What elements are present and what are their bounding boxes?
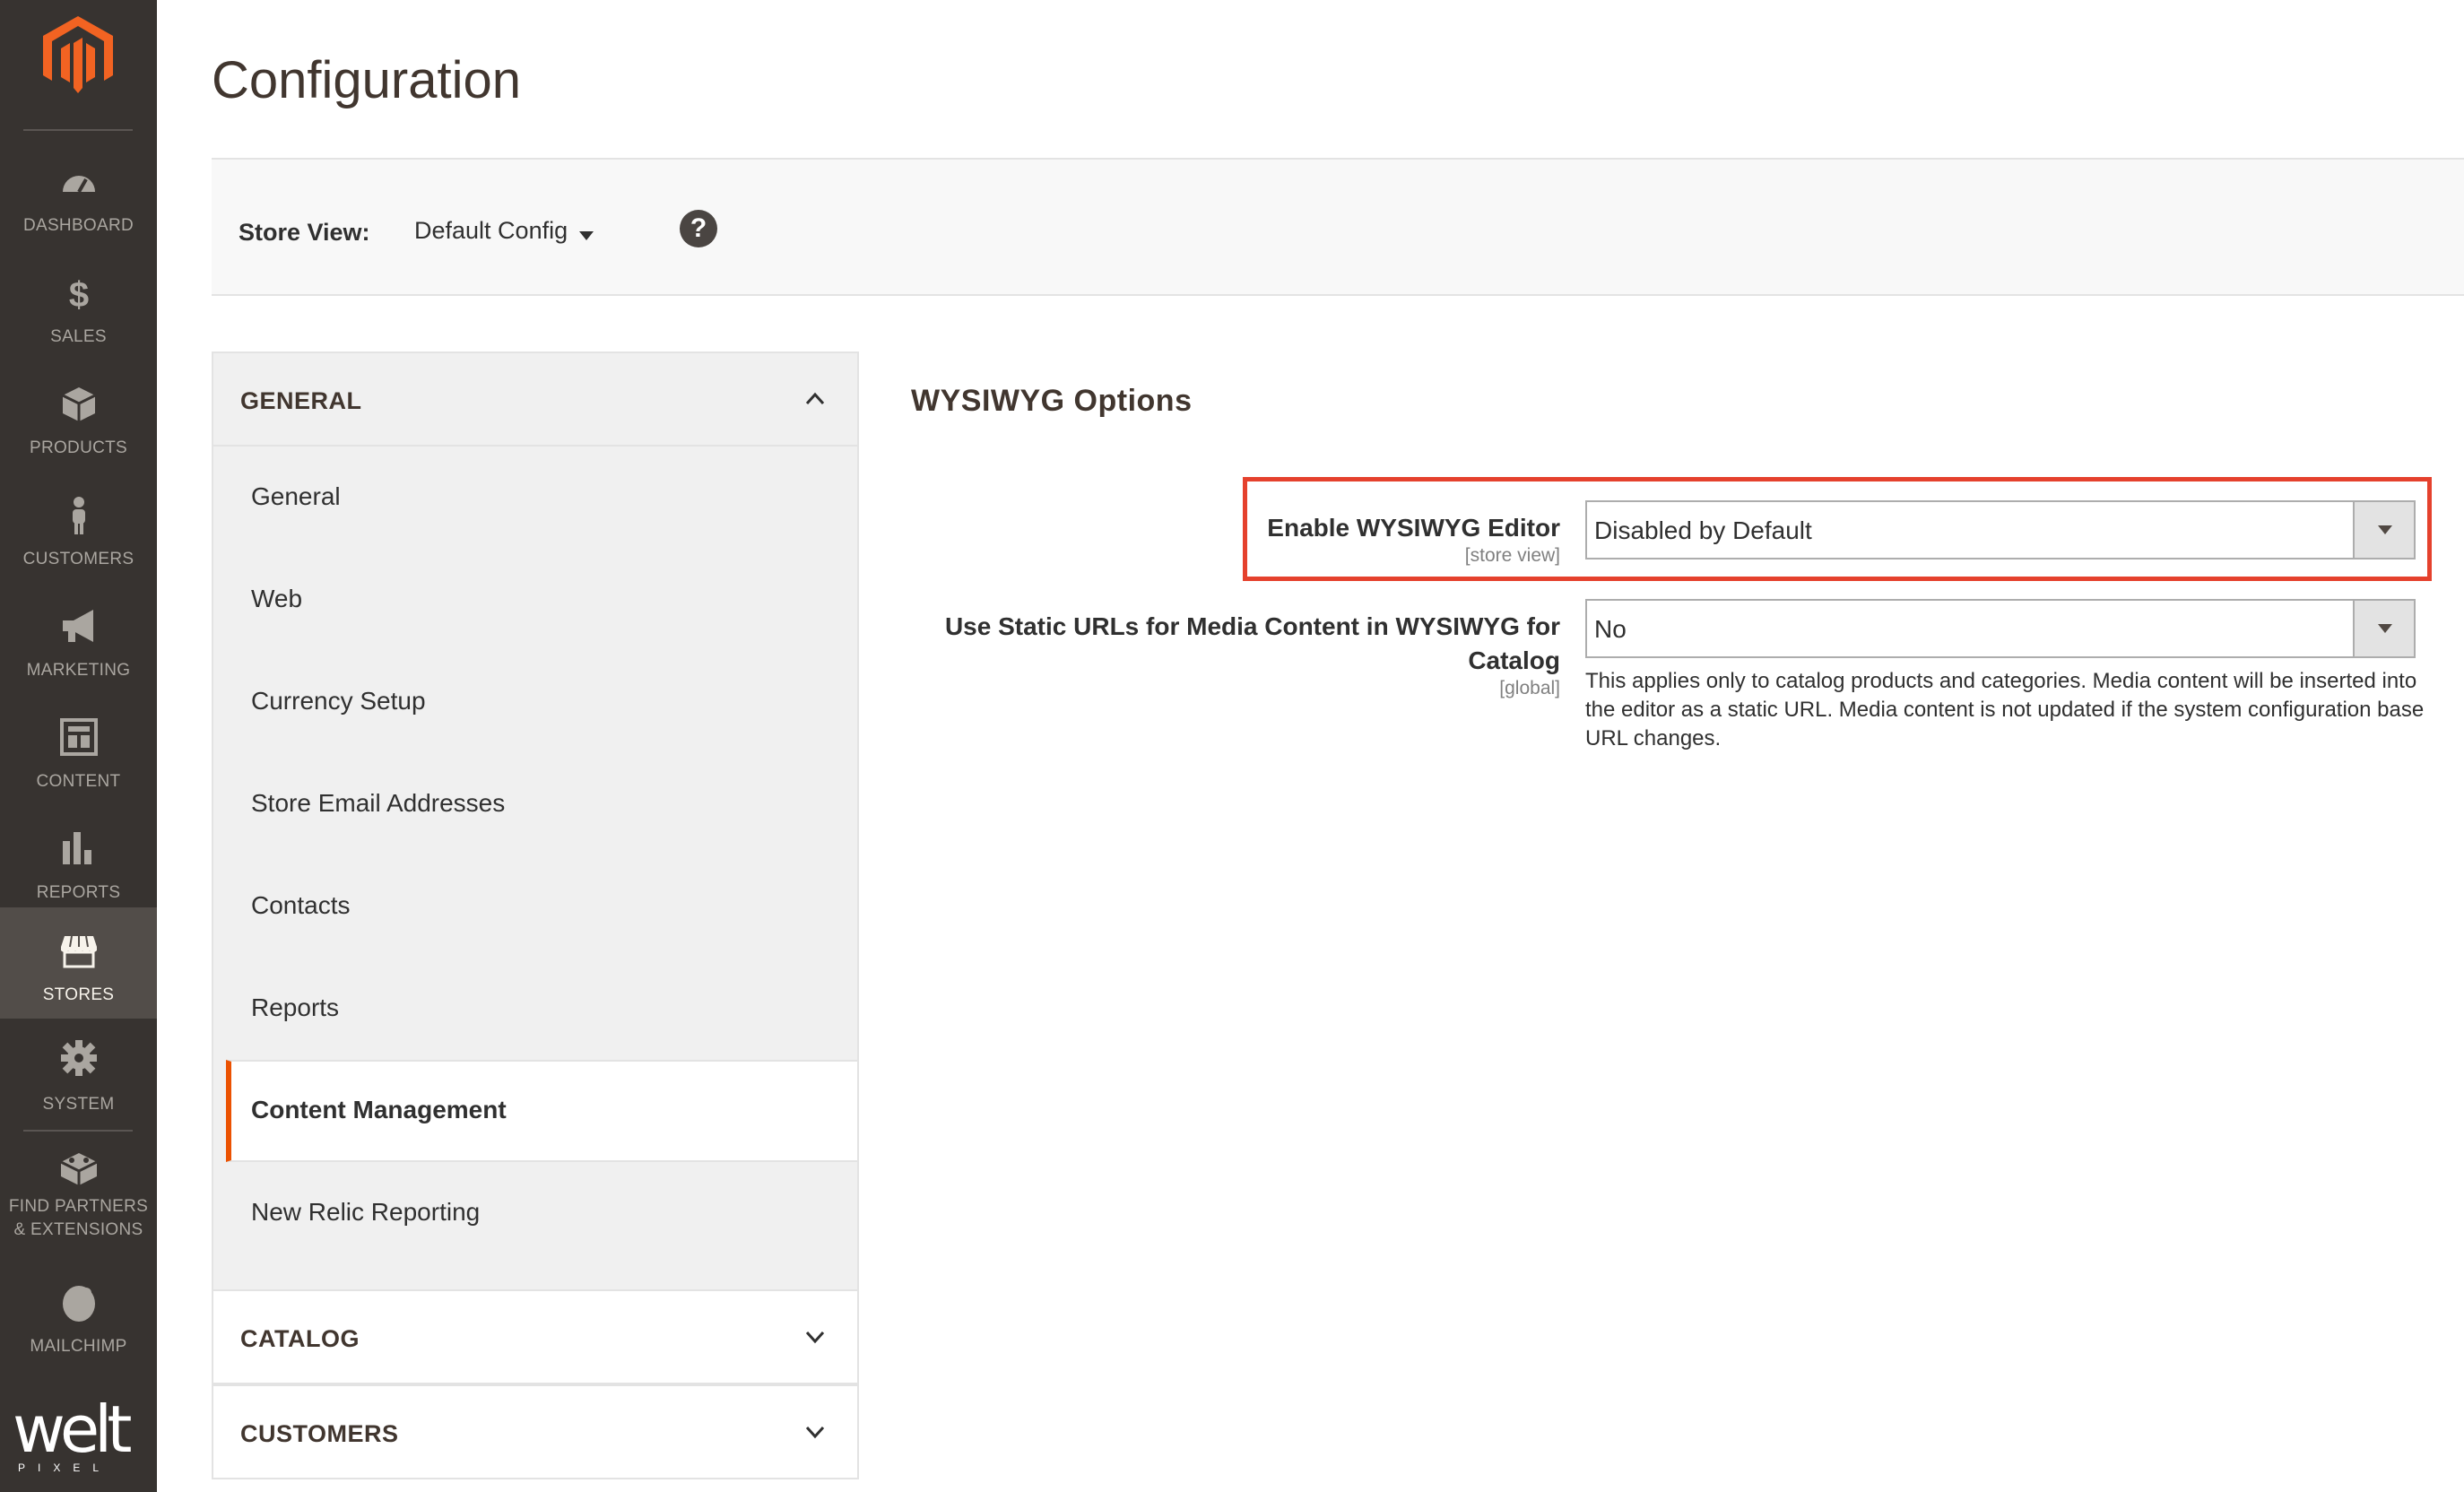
tab-item-contacts[interactable]: Contacts bbox=[213, 855, 857, 958]
tab-item-reports[interactable]: Reports bbox=[213, 958, 857, 1060]
store-view-label: Store View: bbox=[239, 219, 370, 246]
brand-word: welt bbox=[13, 1392, 132, 1467]
tab-item-general[interactable]: General bbox=[213, 447, 857, 549]
tab-item-new-relic-reporting[interactable]: New Relic Reporting bbox=[213, 1162, 857, 1264]
box-icon bbox=[62, 387, 96, 421]
tab-general-title: GENERAL bbox=[240, 387, 362, 414]
tab-spacer bbox=[212, 1264, 859, 1289]
sidebar-item-label: STORES bbox=[42, 985, 115, 1004]
sidebar-item-label: PRODUCTS bbox=[29, 438, 127, 457]
section-title[interactable]: WYSIWYG Options bbox=[911, 384, 1192, 419]
field-scope: [store view] bbox=[1464, 545, 1560, 566]
magento-logo-icon[interactable] bbox=[43, 16, 113, 93]
sidebar-item-system[interactable]: SYSTEM bbox=[0, 1019, 157, 1130]
tab-customers-title: CUSTOMERS bbox=[240, 1420, 399, 1447]
bar-chart-icon bbox=[63, 832, 91, 864]
tab-item-label: Web bbox=[251, 585, 303, 612]
weltpixel-logo[interactable]: welt PIXEL bbox=[13, 1397, 147, 1487]
admin-sidebar: DASHBOARD $ SALES PRODUCTS CUSTOMERS MAR… bbox=[0, 0, 157, 1492]
page-title: Configuration bbox=[212, 51, 521, 109]
sidebar-divider bbox=[23, 1130, 133, 1132]
select-value: No bbox=[1594, 615, 1627, 643]
select-toggle[interactable] bbox=[2353, 601, 2414, 656]
tab-item-label: Contacts bbox=[251, 891, 351, 919]
person-icon bbox=[73, 497, 85, 534]
tab-item-store-email-addresses[interactable]: Store Email Addresses bbox=[213, 753, 857, 855]
field-comment: This applies only to catalog products an… bbox=[1585, 669, 2425, 750]
chevron-down-icon[interactable] bbox=[805, 1327, 825, 1347]
sidebar-item-find-partners[interactable]: FIND PARTNERS & EXTENSIONS bbox=[0, 1133, 157, 1259]
caret-down-icon bbox=[2378, 624, 2392, 633]
field-scope: [global] bbox=[1499, 678, 1560, 698]
sidebar-item-label: REPORTS bbox=[36, 883, 121, 902]
sidebar-item-label: MARKETING bbox=[26, 661, 131, 680]
sidebar-divider bbox=[23, 129, 133, 131]
sidebar-item-label: CUSTOMERS bbox=[22, 550, 134, 568]
select-toggle[interactable] bbox=[2353, 502, 2414, 558]
chevron-up-icon[interactable] bbox=[805, 389, 825, 409]
brand-sub: PIXEL bbox=[18, 1462, 112, 1474]
mailchimp-icon bbox=[63, 1286, 95, 1322]
tab-general-items: General Web Currency Setup Store Email A… bbox=[212, 447, 859, 1264]
tab-customers[interactable]: CUSTOMERS bbox=[212, 1384, 859, 1479]
enable-wysiwyg-select[interactable]: Disabled by Default bbox=[1585, 500, 2416, 560]
tab-catalog[interactable]: CATALOG bbox=[212, 1289, 859, 1384]
tab-item-currency-setup[interactable]: Currency Setup bbox=[213, 651, 857, 753]
sidebar-item-label: MAILCHIMP bbox=[30, 1337, 127, 1356]
tab-item-label: Content Management bbox=[251, 1096, 507, 1123]
sidebar-item-label: SALES bbox=[50, 327, 107, 346]
tab-item-web[interactable]: Web bbox=[213, 549, 857, 651]
sidebar-item-products[interactable]: PRODUCTS bbox=[0, 366, 157, 477]
sidebar-item-stores[interactable]: STORES bbox=[0, 907, 157, 1019]
sidebar-item-label: CONTENT bbox=[36, 772, 121, 791]
dollar-icon: $ bbox=[69, 275, 89, 312]
tab-item-label: New Relic Reporting bbox=[251, 1198, 481, 1226]
sidebar-item-label: DASHBOARD bbox=[22, 216, 134, 235]
static-urls-select[interactable]: No bbox=[1585, 599, 2416, 658]
tab-item-label: Currency Setup bbox=[251, 687, 426, 715]
sidebar-item-label-line2: & EXTENSIONS bbox=[13, 1220, 143, 1239]
help-icon[interactable]: ? bbox=[680, 210, 717, 247]
tab-item-label: Reports bbox=[251, 993, 340, 1021]
megaphone-icon bbox=[63, 610, 93, 642]
sidebar-item-label: SYSTEM bbox=[42, 1095, 115, 1114]
chevron-down-icon[interactable] bbox=[805, 1422, 825, 1442]
sidebar-item-label: FIND PARTNERS bbox=[8, 1197, 149, 1216]
config-tabs: GENERAL General Web Currency Setup Store… bbox=[212, 351, 859, 1479]
sidebar-item-customers[interactable]: CUSTOMERS bbox=[0, 477, 157, 588]
sidebar-item-reports[interactable]: REPORTS bbox=[0, 811, 157, 922]
layout-icon bbox=[60, 718, 98, 756]
dashboard-gauge-icon bbox=[63, 176, 95, 193]
gear-icon bbox=[61, 1040, 97, 1076]
select-value: Disabled by Default bbox=[1594, 516, 1812, 544]
svg-text:$: $ bbox=[69, 275, 89, 312]
field-label-enable-wysiwyg: Enable WYSIWYG Editor bbox=[1267, 514, 1560, 542]
tab-item-content-management[interactable]: Content Management bbox=[226, 1060, 857, 1162]
store-view-switcher-bar: Store View: Default Config ? bbox=[212, 158, 2464, 296]
field-label-line1: Use Static URLs for Media Content in WYS… bbox=[944, 612, 1560, 640]
field-label-line2: Catalog bbox=[1468, 646, 1560, 674]
caret-down-icon bbox=[2378, 525, 2392, 534]
tab-item-label: General bbox=[251, 482, 341, 510]
tab-general[interactable]: GENERAL bbox=[212, 351, 859, 447]
sidebar-item-dashboard[interactable]: DASHBOARD bbox=[0, 143, 157, 255]
sidebar-item-content[interactable]: CONTENT bbox=[0, 699, 157, 811]
field-label-static-urls: Use Static URLs for Media Content in WYS… bbox=[897, 610, 1560, 678]
sidebar-item-sales[interactable]: $ SALES bbox=[0, 255, 157, 366]
tab-item-label: Store Email Addresses bbox=[251, 789, 506, 817]
caret-down-icon[interactable] bbox=[579, 231, 594, 240]
sidebar-item-mailchimp[interactable]: MAILCHIMP bbox=[0, 1264, 157, 1375]
tab-catalog-title: CATALOG bbox=[240, 1325, 360, 1352]
blocks-icon bbox=[60, 1153, 98, 1185]
store-view-dropdown[interactable]: Default Config bbox=[414, 217, 568, 245]
sidebar-item-marketing[interactable]: MARKETING bbox=[0, 588, 157, 699]
storefront-icon bbox=[61, 935, 97, 968]
